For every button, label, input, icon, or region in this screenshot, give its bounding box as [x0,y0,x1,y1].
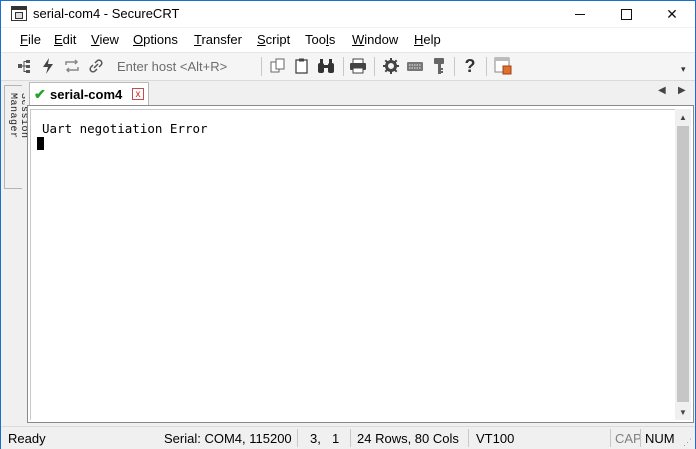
status-bar: Ready Serial: COM4, 115200 3, 1 24 Rows,… [1,426,695,449]
menu-tools[interactable]: Tools [305,32,335,47]
session-manager-label: Session Manager [7,93,29,139]
quick-connect-icon[interactable] [39,57,57,75]
status-cap: CAP [615,431,642,446]
settings-icon[interactable] [382,57,400,75]
toolbar-separator [454,57,455,76]
app-window: serial-com4 - SecureCRT ✕ File Edit View… [0,0,696,449]
session-manager-tab[interactable]: Session Manager [4,85,29,189]
toolbar: ? ▾ [1,53,695,81]
securecrt-app-icon[interactable] [11,6,27,21]
terminal-frame: Uart negotiation Error ▲ ▼ [27,105,694,423]
toolbar-separator [374,57,375,76]
menu-view[interactable]: View [91,32,119,47]
terminal-cursor [37,137,44,150]
status-separator [640,429,641,447]
menu-file[interactable]: File [20,32,41,47]
minimize-button[interactable] [557,1,603,27]
menu-transfer[interactable]: Transfer [194,32,242,47]
keymap-icon[interactable] [406,57,424,75]
menu-window[interactable]: Window [352,32,398,47]
help-icon[interactable]: ? [461,56,479,76]
menu-script[interactable]: Script [257,32,290,47]
disconnect-icon[interactable] [87,57,105,75]
menu-help[interactable]: Help [414,32,441,47]
toolbar-separator [343,57,344,76]
session-tab-strip: ✔ serial-com4 x ◀ ▶ [25,81,695,107]
toolbar-separator [486,57,487,76]
reconnect-icon[interactable] [63,57,81,75]
status-separator [610,429,611,447]
tab-close-icon[interactable]: x [132,88,144,100]
tab-label: serial-com4 [50,87,123,102]
vertical-scrollbar[interactable]: ▲ ▼ [675,109,691,420]
menu-edit[interactable]: Edit [54,32,76,47]
status-size: 24 Rows, 80 Cols [357,431,459,446]
key-icon[interactable] [430,57,448,75]
maximize-icon [620,8,632,20]
connect-tree-icon[interactable] [15,57,33,75]
window-title: serial-com4 - SecureCRT [33,6,180,21]
tab-serial-com4[interactable]: ✔ serial-com4 x [29,82,149,107]
close-button[interactable]: ✕ [649,1,695,27]
status-separator [297,429,298,447]
scroll-thumb[interactable] [677,126,689,402]
print-icon[interactable] [349,57,367,75]
toolbar-separator [261,57,262,76]
enter-host-input[interactable] [111,56,259,76]
status-col: 1 [332,431,340,446]
status-num: NUM [645,431,675,446]
resize-grip-icon[interactable]: ⋰ [683,437,692,448]
status-emulation: VT100 [476,431,515,446]
sftp-icon[interactable] [494,57,512,75]
status-connection: Serial: COM4, 115200 [164,431,292,446]
status-separator [350,429,351,447]
status-separator [468,429,469,447]
close-icon: ✕ [666,5,678,22]
connected-check-icon: ✔ [34,86,46,102]
status-row: 3, [310,431,321,446]
menu-options[interactable]: Options [133,32,178,47]
terminal-screen[interactable]: Uart negotiation Error [30,109,675,420]
status-ready: Ready [8,431,46,446]
menu-bar: File Edit View Options Transfer Script T… [1,28,695,53]
copy-icon[interactable] [269,57,287,75]
minimize-icon [575,13,585,15]
scroll-down-icon[interactable]: ▼ [675,404,691,420]
tab-scroll-left-icon[interactable]: ◀ [658,85,666,96]
tab-scroll-right-icon[interactable]: ▶ [678,85,686,96]
title-bar[interactable]: serial-com4 - SecureCRT ✕ [1,1,695,27]
scroll-up-icon[interactable]: ▲ [675,109,691,125]
terminal-line: Uart negotiation Error [42,121,208,136]
find-icon[interactable] [317,57,335,75]
maximize-button[interactable] [603,1,649,27]
paste-icon[interactable] [293,57,311,75]
toolbar-overflow-icon[interactable]: ▾ [681,64,686,75]
